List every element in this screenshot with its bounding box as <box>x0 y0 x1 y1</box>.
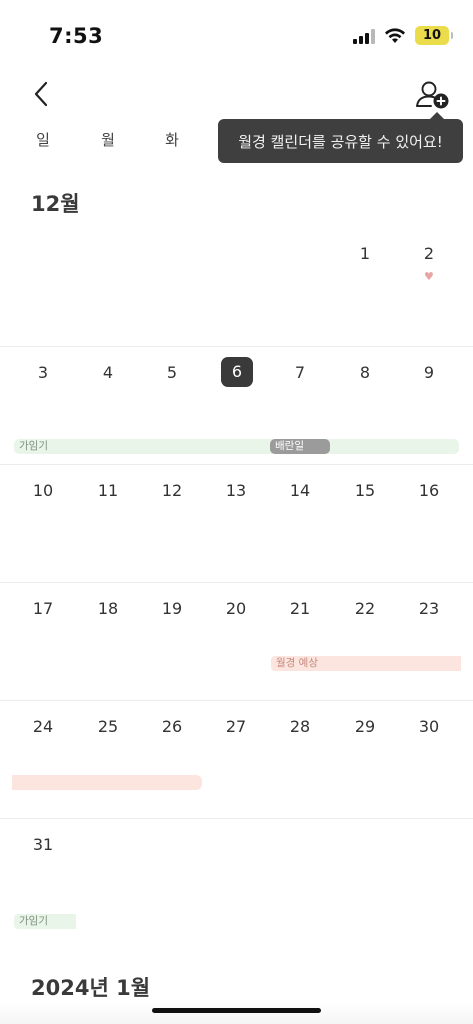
day-cell[interactable]: 22 <box>345 599 385 618</box>
home-indicator[interactable] <box>152 1008 321 1013</box>
day-cell[interactable]: 25 <box>88 717 128 736</box>
expected-period-bar-continued[interactable] <box>12 775 202 790</box>
bottom-fade <box>0 1002 473 1024</box>
expected-period-bar[interactable]: 월경 예상 <box>271 656 461 671</box>
person-add-icon <box>416 81 449 109</box>
week-row: 17 18 19 20 21 22 23 월경 예상 <box>0 582 473 700</box>
day-cell[interactable]: 15 <box>345 481 385 500</box>
day-cell[interactable]: 19 <box>152 599 192 618</box>
chevron-left-icon <box>34 81 48 107</box>
day-cell[interactable]: 28 <box>280 717 320 736</box>
share-tooltip[interactable]: 월경 캘린더를 공유할 수 있어요! <box>218 112 463 163</box>
weekday-mon: 월 <box>101 131 115 149</box>
month-title-december: 12월 <box>31 192 80 216</box>
ovulation-label: 배란일 <box>275 440 304 452</box>
tooltip-text: 월경 캘린더를 공유할 수 있어요! <box>238 132 443 151</box>
share-calendar-button[interactable] <box>414 80 450 112</box>
day-cell[interactable]: 17 <box>23 599 63 618</box>
fertile-label: 가임기 <box>19 440 48 452</box>
day-cell[interactable]: 23 <box>409 599 449 618</box>
status-icons: 10 <box>353 26 453 45</box>
day-cell[interactable]: 26 <box>152 717 192 736</box>
day-cell[interactable]: 24 <box>23 717 63 736</box>
fertile-label: 가임기 <box>19 915 48 927</box>
wifi-icon <box>385 27 405 43</box>
day-cell[interactable]: 7 <box>280 363 320 382</box>
battery-icon: 10 <box>415 26 453 45</box>
week-row: 31 가임기 <box>0 818 473 936</box>
day-cell[interactable]: 16 <box>409 481 449 500</box>
day-cell[interactable]: 8 <box>345 363 385 382</box>
day-cell[interactable]: 11 <box>88 481 128 500</box>
week-row: 24 25 26 27 28 29 30 <box>0 700 473 818</box>
back-button[interactable] <box>27 79 55 109</box>
cellular-signal-icon <box>353 28 375 44</box>
day-cell[interactable]: 21 <box>280 599 320 618</box>
day-cell[interactable]: 9 <box>409 363 449 382</box>
day-cell-today[interactable]: 6 <box>221 357 253 387</box>
day-cell[interactable]: 1 <box>345 244 385 263</box>
day-cell[interactable]: 12 <box>152 481 192 500</box>
fertile-window-bar[interactable]: 가임기 <box>14 914 76 929</box>
day-cell[interactable]: 30 <box>409 717 449 736</box>
fertile-window-bar[interactable]: 가임기 <box>14 439 459 454</box>
battery-level: 10 <box>422 28 442 43</box>
heart-icon: ♥ <box>424 270 434 283</box>
day-cell[interactable]: 31 <box>23 835 63 854</box>
month-title-january: 2024년 1월 <box>31 976 151 1000</box>
day-cell[interactable]: 20 <box>216 599 256 618</box>
day-cell[interactable]: 2 <box>409 244 449 263</box>
day-cell[interactable]: 13 <box>216 481 256 500</box>
week-row: 10 11 12 13 14 15 16 <box>0 464 473 582</box>
day-cell[interactable]: 29 <box>345 717 385 736</box>
day-cell[interactable]: 27 <box>216 717 256 736</box>
day-cell[interactable]: 3 <box>23 363 63 382</box>
ovulation-day-bar[interactable]: 배란일 <box>270 439 330 454</box>
week-row: 1 2 ♥ <box>0 228 473 346</box>
period-expected-label: 월경 예상 <box>276 657 318 669</box>
weekday-tue: 화 <box>165 131 179 149</box>
day-cell[interactable]: 10 <box>23 481 63 500</box>
day-cell[interactable]: 5 <box>152 363 192 382</box>
status-time: 7:53 <box>49 24 104 48</box>
day-cell[interactable]: 14 <box>280 481 320 500</box>
day-cell[interactable]: 4 <box>88 363 128 382</box>
week-row: 3 4 5 6 7 8 9 가임기 배란일 <box>0 346 473 464</box>
weekday-sun: 일 <box>36 131 50 149</box>
day-cell[interactable]: 18 <box>88 599 128 618</box>
